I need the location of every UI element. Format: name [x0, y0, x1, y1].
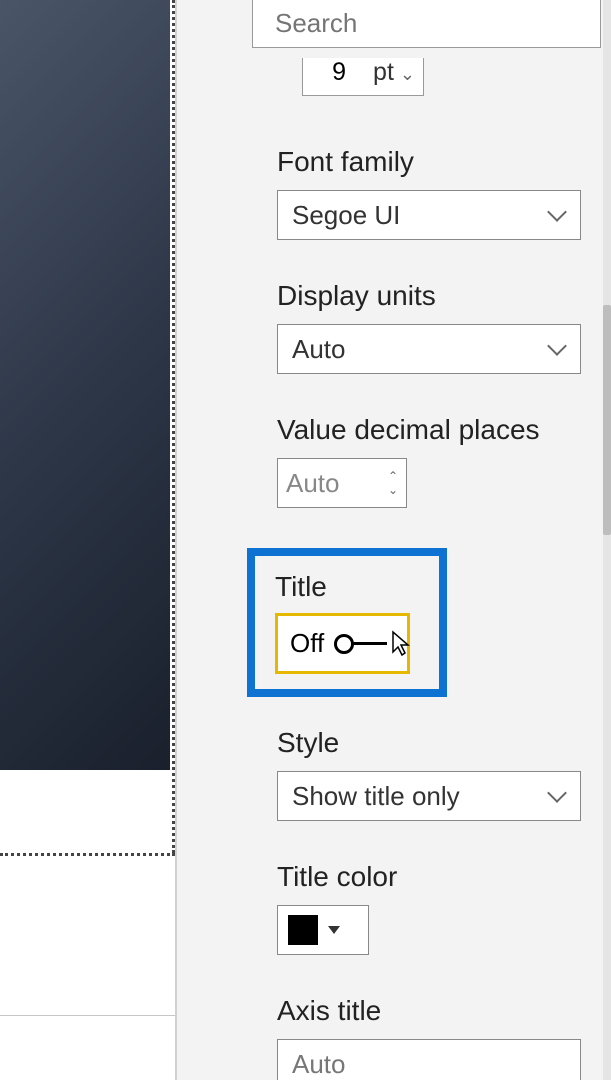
chevron-down-icon	[550, 210, 566, 220]
title-color-picker[interactable]	[277, 905, 369, 955]
caret-down-icon	[328, 926, 340, 934]
style-label: Style	[277, 727, 581, 759]
display-units-dropdown[interactable]: Auto	[277, 324, 581, 374]
display-units-value: Auto	[292, 334, 346, 365]
search-box[interactable]	[252, 0, 601, 48]
style-dropdown[interactable]: Show title only	[277, 771, 581, 821]
canvas-dotted-right	[172, 0, 175, 853]
cursor-icon	[391, 630, 411, 658]
title-highlight-callout: Title Off	[247, 548, 447, 697]
axis-title-input[interactable]	[277, 1039, 581, 1080]
display-units-label: Display units	[277, 280, 581, 312]
chevron-down-icon: ⌄	[388, 484, 398, 496]
style-value: Show title only	[292, 781, 460, 812]
scrollbar-thumb[interactable]	[603, 305, 611, 535]
toggle-knob	[334, 634, 354, 654]
font-family-label: Font family	[277, 146, 581, 178]
panel-scrollbar[interactable]	[603, 0, 611, 1080]
text-size-stepper[interactable]: 9 pt ⌄	[302, 58, 424, 96]
font-family-value: Segoe UI	[292, 200, 400, 231]
text-size-unit: pt	[373, 58, 394, 87]
chevron-down-icon	[550, 791, 566, 801]
color-swatch	[288, 915, 318, 945]
toggle-switch	[334, 634, 387, 654]
canvas-divider	[0, 1015, 175, 1016]
canvas-dotted-bottom	[0, 853, 175, 856]
chevron-down-icon: ⌄	[400, 64, 415, 87]
value-decimal-places-label: Value decimal places	[277, 414, 581, 446]
title-toggle[interactable]: Off	[275, 613, 410, 674]
text-size-value: 9	[311, 58, 367, 87]
visual-preview	[0, 0, 170, 770]
chevron-down-icon	[550, 344, 566, 354]
font-family-dropdown[interactable]: Segoe UI	[277, 190, 581, 240]
title-color-label: Title color	[277, 861, 581, 893]
toggle-track	[352, 642, 387, 645]
search-input[interactable]	[275, 8, 610, 39]
axis-title-label: Axis title	[277, 995, 581, 1027]
value-decimal-places-value: Auto	[286, 468, 388, 499]
chevron-up-icon: ⌃	[388, 470, 398, 482]
title-toggle-state: Off	[290, 628, 324, 659]
title-label: Title	[275, 571, 429, 603]
format-panel: 9 pt ⌄ Font family Segoe UI Display unit…	[177, 0, 611, 1080]
value-decimal-places-stepper[interactable]: Auto ⌃ ⌄	[277, 458, 407, 508]
spinner-arrows: ⌃ ⌄	[388, 470, 398, 496]
report-canvas	[0, 0, 175, 1080]
